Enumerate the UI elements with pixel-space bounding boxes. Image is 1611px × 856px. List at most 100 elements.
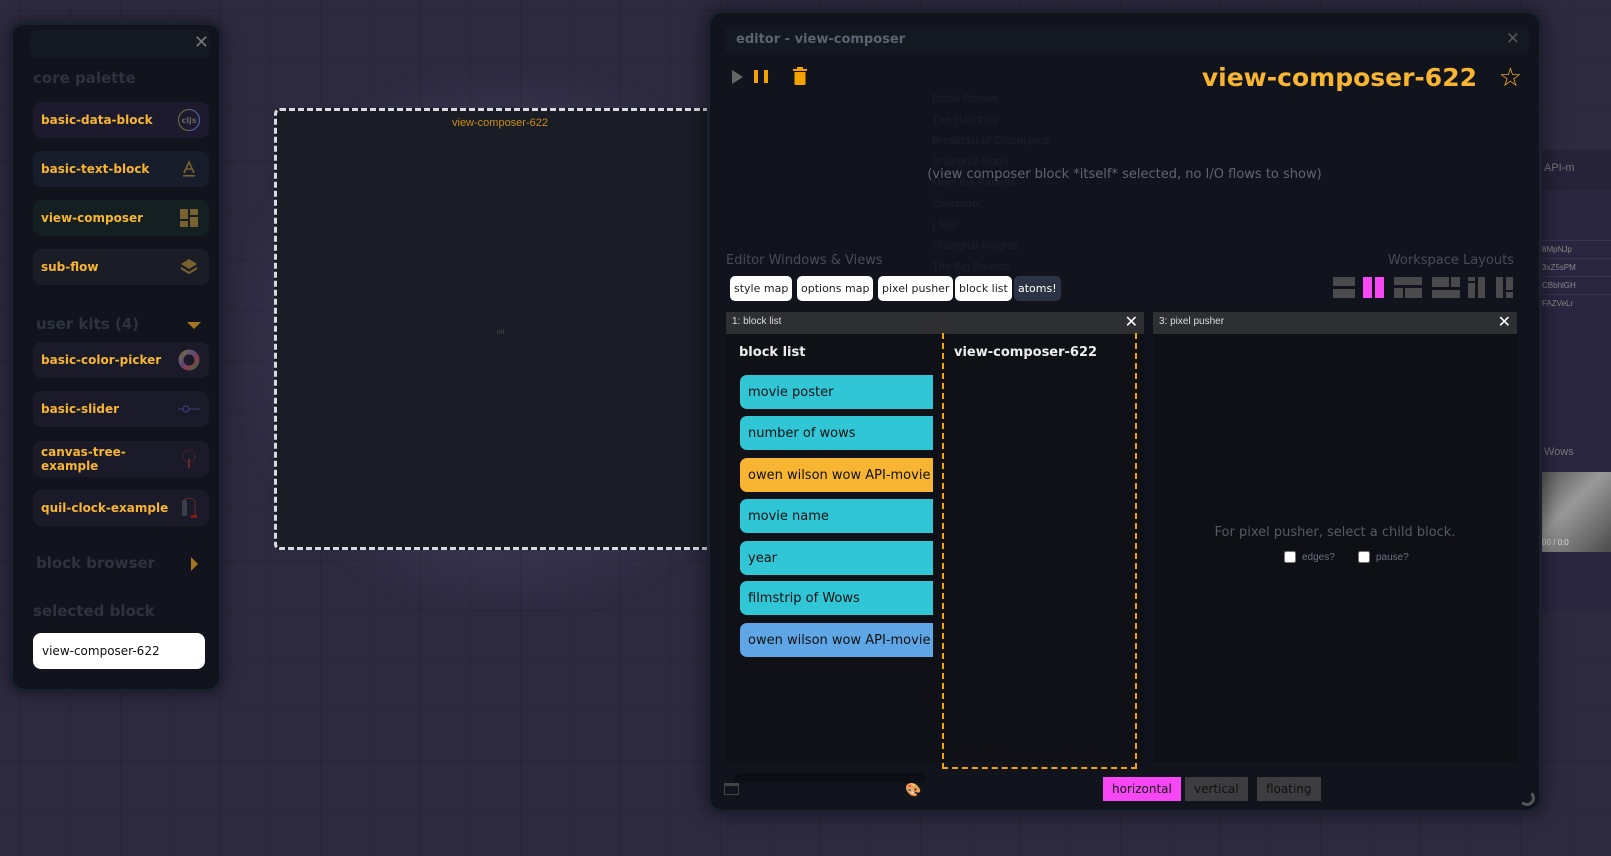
view-button-options-map[interactable]: options map	[797, 276, 874, 301]
palette-item-basic-text-block[interactable]: basic-text-block	[33, 151, 209, 187]
ghost-title: The Big Bounce	[932, 261, 1011, 273]
view-button-pixel-pusher[interactable]: pixel pusher	[878, 276, 954, 301]
palette-item-basic-data-block[interactable]: basic-data-block cljs	[33, 102, 209, 138]
block-list-item[interactable]: owen wilson wow API-movie lookup	[740, 623, 933, 657]
close-icon[interactable]: ✕	[1498, 312, 1511, 332]
palette-item-sub-flow[interactable]: sub-flow	[33, 249, 209, 285]
view-composer-drop-zone[interactable]	[942, 333, 1137, 769]
view-button-block-list[interactable]: block list	[955, 276, 1012, 301]
view-button-atoms[interactable]: atoms!	[1014, 276, 1061, 301]
star-icon[interactable]: ☆	[1499, 63, 1522, 93]
view-composer-title: view-composer-622	[954, 345, 1098, 360]
block-browser-heading[interactable]: block browser	[36, 554, 155, 572]
text-a-icon	[177, 157, 201, 181]
resize-handle-icon[interactable]	[1519, 790, 1535, 806]
pixel-pusher-pane-header[interactable]: 3: pixel pusher ✕	[1153, 312, 1517, 334]
pause-checkbox-label: pause?	[1376, 551, 1409, 563]
layout-top-split-bottom-icon[interactable]	[1432, 277, 1460, 299]
pause-checkbox[interactable]: pause?	[1358, 551, 1409, 563]
layout-two-columns-icon[interactable]	[1363, 277, 1385, 299]
pane-title: 1: block list	[732, 316, 782, 327]
close-icon[interactable]: ✕	[194, 32, 209, 53]
pixel-pusher-message: For pixel pusher, select a child block.	[1214, 525, 1456, 540]
edges-checkbox-label: edges?	[1302, 551, 1335, 563]
block-title: view-composer-622	[1201, 63, 1477, 92]
palette-item-label: basic-color-picker	[41, 353, 162, 367]
pane-title: 3: pixel pusher	[1159, 316, 1225, 327]
clock-figure-icon	[177, 496, 201, 520]
palette-item-label: quil-clock-example	[41, 501, 169, 515]
background-row: CBbhlGH	[1540, 276, 1611, 294]
pixel-pusher-pane	[1153, 334, 1517, 762]
edges-checkbox-input[interactable]	[1284, 551, 1296, 563]
palette-item-label: canvas-tree-example	[41, 445, 126, 473]
palette-icon[interactable]: 🎨	[905, 783, 921, 798]
background-row: 8MpNJp	[1540, 240, 1611, 258]
horizontal-scrollbar[interactable]	[734, 773, 926, 783]
ghost-title: The Haunting	[932, 114, 999, 126]
block-list-item[interactable]: year	[740, 541, 933, 575]
ghost-title: Zoolander	[932, 198, 982, 210]
palette-item-view-composer[interactable]: view-composer	[33, 200, 209, 236]
block-list-pane-header[interactable]: 1: block list ✕	[726, 312, 1144, 334]
chevron-down-icon[interactable]	[187, 322, 201, 329]
layout-left-split-columns-icon[interactable]	[1468, 277, 1486, 299]
background-block-label: Wows	[1544, 446, 1574, 458]
palette-item-label: basic-slider	[41, 402, 120, 416]
window-icon[interactable]	[724, 783, 739, 795]
svg-text:cljs: cljs	[182, 116, 197, 125]
orientation-floating-button[interactable]: floating	[1257, 777, 1321, 801]
palette-drag-handle[interactable]	[29, 30, 211, 58]
view-button-style-map[interactable]: style map	[730, 276, 793, 301]
edges-checkbox[interactable]: edges?	[1284, 551, 1335, 563]
close-icon[interactable]: ✕	[1125, 312, 1138, 332]
block-list-item[interactable]: number of wows	[740, 416, 933, 450]
background-row: FAZVeLr	[1540, 294, 1611, 312]
ghost-title: Breakfast of Champions	[932, 135, 1050, 147]
close-icon[interactable]: ✕	[1506, 29, 1520, 49]
block-list-item[interactable]: filmstrip of Wows	[740, 581, 933, 615]
slider-icon	[177, 397, 201, 421]
workspace-layouts-label: Workspace Layouts	[1387, 253, 1514, 268]
palette-item-label: sub-flow	[41, 260, 99, 274]
orientation-horizontal-button[interactable]: horizontal	[1103, 777, 1181, 801]
ghost-title: Bottle Rocket	[932, 93, 998, 105]
user-kits-heading: user kits (4)	[36, 315, 139, 333]
pause-checkbox-input[interactable]	[1358, 551, 1370, 563]
canvas-block-placeholder: nil	[497, 329, 505, 336]
canvas-block-view-composer[interactable]: view-composer-622 nil	[274, 108, 724, 550]
background-movie-list: Bottle Rocket The Haunting Breakfast of …	[932, 89, 1049, 278]
io-flows-message: (view composer block *itself* selected, …	[927, 167, 1322, 182]
block-list-item[interactable]: movie name	[740, 499, 933, 533]
palette-item-canvas-tree-example[interactable]: canvas-tree-example	[33, 441, 209, 477]
selected-block-heading: selected block	[33, 602, 155, 620]
palette-item-quil-clock-example[interactable]: quil-clock-example	[33, 490, 209, 526]
editor-titlebar[interactable]: editor - view-composer ✕	[724, 25, 1530, 55]
layout-right-split-columns-icon[interactable]	[1496, 277, 1514, 299]
palette-item-basic-slider[interactable]: basic-slider	[33, 391, 209, 427]
trash-icon[interactable]	[793, 67, 807, 85]
background-row: 3xZ5sPM	[1540, 258, 1611, 276]
block-list-item[interactable]: movie poster	[740, 375, 933, 409]
chevron-right-icon[interactable]	[191, 557, 198, 571]
palette-item-label: basic-text-block	[41, 162, 150, 176]
background-block-panel: API-m 8MpNJp 3xZ5sPM CBbhlGH FAZVeLr Wow…	[1540, 150, 1611, 610]
editor-window: Bottle Rocket The Haunting Breakfast of …	[707, 10, 1542, 813]
tree-icon	[178, 447, 201, 471]
layers-icon	[177, 255, 201, 279]
core-palette-heading: core palette	[33, 69, 136, 87]
palette-item-label: view-composer	[41, 211, 144, 225]
play-icon[interactable]	[732, 70, 743, 84]
editor-window-title: editor - view-composer	[736, 32, 906, 47]
ghost-title: I Spy	[932, 219, 958, 231]
block-list-item[interactable]: owen wilson wow API-movie list	[740, 458, 933, 492]
editor-windows-label: Editor Windows & Views	[726, 253, 883, 268]
pause-icon[interactable]	[754, 70, 768, 83]
palette-item-basic-color-picker[interactable]: basic-color-picker	[33, 342, 209, 378]
layout-stacked-rows-icon[interactable]	[1333, 277, 1355, 299]
selected-block-field[interactable]	[33, 633, 205, 669]
orientation-vertical-button[interactable]: vertical	[1185, 777, 1248, 801]
ghost-title: Shanghai Knights	[932, 240, 1019, 252]
palette-item-label: basic-data-block	[41, 113, 153, 127]
layout-top-bottom-split-icon[interactable]	[1394, 277, 1422, 299]
